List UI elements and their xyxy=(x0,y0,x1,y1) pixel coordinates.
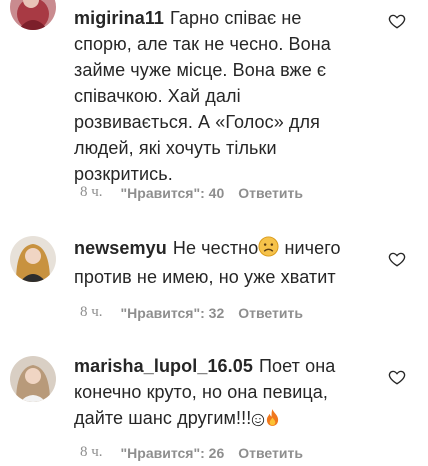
comment-line: против не имею, но уже хватит xyxy=(74,267,336,287)
fire-icon xyxy=(265,408,280,434)
comment-line: Не честно xyxy=(172,238,259,258)
comment-line: Гарно співає не xyxy=(170,8,302,28)
comment-line: спорю, але так не чесно. Вона xyxy=(74,34,331,54)
reply-button[interactable]: Ответить xyxy=(238,305,303,321)
comment-line: дайте шанс другим!!! xyxy=(74,408,252,428)
comment-meta: 8 ч. "Нравится": 40 Ответить xyxy=(80,184,303,201)
comment-meta: 8 ч. "Нравится": 32 Ответить xyxy=(80,304,303,321)
comment-line: конечно круто, но она певица, xyxy=(74,382,329,402)
likes-count[interactable]: "Нравится": 32 xyxy=(121,305,225,321)
comment-line: ничего xyxy=(284,238,341,258)
sad-face-icon xyxy=(258,236,279,264)
comment-item: marisha_lupol_16.05 Поет она конечно крут… xyxy=(0,348,428,466)
comment-line: співачкою. Хай далі xyxy=(74,86,241,106)
comment-line: Поет она xyxy=(259,356,336,376)
heart-icon[interactable] xyxy=(388,368,406,386)
smile-icon xyxy=(251,408,265,434)
comment-text: migirina11 Гарно співає не спорю, але так… xyxy=(74,5,374,187)
comments-list: migirina11 Гарно співає не спорю, але так… xyxy=(0,0,428,466)
comment-item: migirina11 Гарно співає не спорю, але так… xyxy=(0,0,428,201)
comment-username[interactable]: migirina11 xyxy=(74,8,164,28)
comment-time[interactable]: 8 ч. xyxy=(80,304,103,321)
avatar[interactable] xyxy=(10,236,56,282)
likes-count[interactable]: "Нравится": 40 xyxy=(121,185,225,201)
heart-icon[interactable] xyxy=(388,250,406,268)
comment-time[interactable]: 8 ч. xyxy=(80,444,103,461)
comment-time[interactable]: 8 ч. xyxy=(80,184,103,201)
comment-username[interactable]: marisha_lupol_16.05 xyxy=(74,356,253,376)
comment-username[interactable]: newsemyu xyxy=(74,238,167,258)
comment-line: людей, які хочуть тільки xyxy=(74,138,277,158)
heart-icon[interactable] xyxy=(388,12,406,30)
likes-count[interactable]: "Нравится": 26 xyxy=(121,445,225,461)
avatar[interactable] xyxy=(10,356,56,402)
comment-line: розвивається. А «Голос» для xyxy=(74,112,320,132)
comment-meta: 8 ч. "Нравится": 26 Ответить xyxy=(80,444,303,461)
comment-item: newsemyu Не честно ничего против не имею,… xyxy=(0,230,428,340)
avatar[interactable] xyxy=(10,0,56,30)
comment-line: займе чуже місце. Вона вже є xyxy=(74,60,327,80)
comment-line: розкритись. xyxy=(74,164,173,184)
reply-button[interactable]: Ответить xyxy=(238,445,303,461)
reply-button[interactable]: Ответить xyxy=(238,185,303,201)
comment-text: marisha_lupol_16.05 Поет она конечно крут… xyxy=(74,353,374,434)
comment-text: newsemyu Не честно ничего против не имею,… xyxy=(74,235,374,290)
